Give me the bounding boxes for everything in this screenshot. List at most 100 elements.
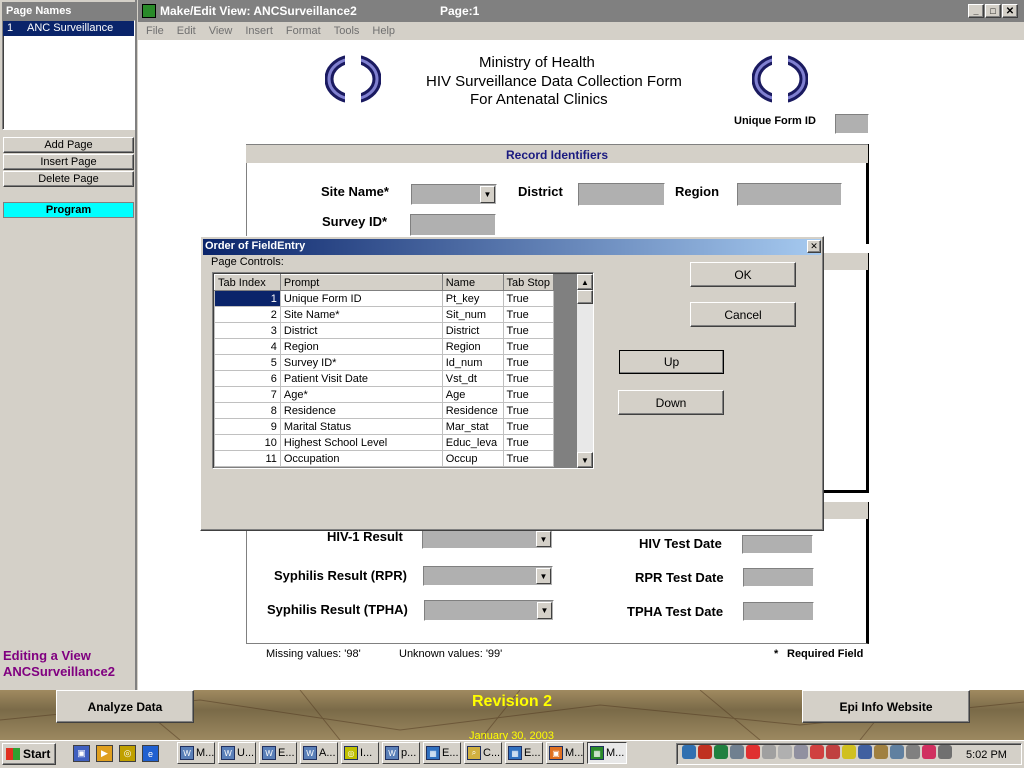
minimize-button[interactable]: _ [968, 4, 984, 18]
cell-name[interactable]: District [441, 322, 504, 339]
menu-tools[interactable]: Tools [334, 25, 360, 37]
syphilis-rpr-combo[interactable]: ▼ [423, 566, 553, 586]
table-row[interactable]: 11 Occupation Occup True [214, 450, 555, 467]
taskbar-task-10[interactable]: ▣ M... [546, 742, 584, 764]
quicklaunch-app-icon[interactable]: ◎ [119, 745, 136, 762]
table-row[interactable]: 3 District District True [214, 322, 555, 339]
close-button[interactable]: ✕ [1002, 4, 1018, 18]
tpha-test-date-field[interactable] [743, 602, 814, 621]
cell-tab-stop[interactable]: True [502, 434, 555, 451]
cell-prompt[interactable]: Site Name* [279, 306, 443, 323]
down-button[interactable]: Down [618, 390, 724, 415]
tray-printer-icon[interactable] [906, 745, 920, 759]
table-row[interactable]: 2 Site Name* Sit_num True [214, 306, 555, 323]
table-row[interactable]: 10 Highest School Level Educ_leva True [214, 434, 555, 451]
cell-prompt[interactable]: Unique Form ID [279, 290, 443, 307]
cell-name[interactable]: Region [441, 338, 504, 355]
tray-keyboard-icon[interactable] [730, 745, 744, 759]
analyze-data-button[interactable]: Analyze Data [56, 690, 194, 723]
column-header-name[interactable]: Name [441, 274, 504, 291]
table-row[interactable]: 6 Patient Visit Date Vst_dt True [214, 370, 555, 387]
ok-button[interactable]: OK [690, 262, 796, 287]
cell-tab-index[interactable]: 3 [214, 322, 281, 339]
cell-prompt[interactable]: Age* [279, 386, 443, 403]
cell-prompt[interactable]: Patient Visit Date [279, 370, 443, 387]
cell-prompt[interactable]: Occupation [279, 450, 443, 467]
scroll-up-icon[interactable]: ▲ [577, 274, 593, 290]
taskbar-task-5[interactable]: ◎ I... [341, 742, 379, 764]
cell-prompt[interactable]: Marital Status [279, 418, 443, 435]
syphilis-tpha-combo[interactable]: ▼ [424, 600, 554, 621]
cell-tab-stop[interactable]: True [502, 306, 555, 323]
column-header-tab-index[interactable]: Tab Index [214, 274, 281, 291]
taskbar-task-2[interactable]: W U... [218, 742, 256, 764]
unique-form-id-field[interactable] [835, 114, 869, 134]
menu-format[interactable]: Format [286, 25, 321, 37]
add-page-button[interactable]: Add Page [3, 137, 134, 153]
tray-display-icon[interactable] [890, 745, 904, 759]
table-row[interactable]: 7 Age* Age True [214, 386, 555, 403]
tray-palette-icon[interactable] [922, 745, 936, 759]
chevron-down-icon[interactable]: ▼ [480, 186, 495, 203]
chevron-down-icon[interactable]: ▼ [537, 602, 552, 619]
taskbar-task-11[interactable]: ▦ M... [587, 742, 627, 764]
menu-edit[interactable]: Edit [177, 25, 196, 37]
tray-monitor-icon[interactable] [858, 745, 872, 759]
cell-name[interactable]: Educ_leva [441, 434, 504, 451]
quicklaunch-media-icon[interactable]: ▶ [96, 745, 113, 762]
delete-page-button[interactable]: Delete Page [3, 171, 134, 187]
tray-app-icon[interactable] [714, 745, 728, 759]
page-names-list[interactable]: 1 ANC Surveillance [2, 20, 135, 130]
taskbar-task-8[interactable]: ⌕ C... [464, 742, 502, 764]
cell-name[interactable]: Pt_key [441, 290, 504, 307]
tray-x-icon[interactable] [826, 745, 840, 759]
cell-tab-index[interactable]: 7 [214, 386, 281, 403]
tray-indicator-icon[interactable] [794, 745, 808, 759]
table-row[interactable]: 8 Residence Residence True [214, 402, 555, 419]
cell-prompt[interactable]: Survey ID* [279, 354, 443, 371]
cell-prompt[interactable]: District [279, 322, 443, 339]
hiv1-result-combo[interactable]: ▼ [422, 529, 553, 549]
taskbar-task-1[interactable]: W M... [177, 742, 215, 764]
cell-tab-index[interactable]: 9 [214, 418, 281, 435]
cell-name[interactable]: Sit_num [441, 306, 504, 323]
menu-view[interactable]: View [209, 25, 233, 37]
column-header-prompt[interactable]: Prompt [279, 274, 443, 291]
cell-tab-index[interactable]: 6 [214, 370, 281, 387]
cell-tab-stop[interactable]: True [502, 386, 555, 403]
chevron-down-icon[interactable]: ▼ [536, 568, 551, 584]
cell-tab-stop[interactable]: True [502, 338, 555, 355]
maximize-button[interactable]: □ [985, 4, 1001, 18]
cell-name[interactable]: Residence [441, 402, 504, 419]
up-button[interactable]: Up [619, 350, 724, 374]
cell-name[interactable]: Age [441, 386, 504, 403]
cell-tab-index[interactable]: 8 [214, 402, 281, 419]
grid-vertical-scrollbar[interactable]: ▲ ▼ [577, 274, 593, 468]
tray-update-icon[interactable] [842, 745, 856, 759]
cell-tab-stop[interactable]: True [502, 450, 555, 467]
tray-security-icon[interactable] [762, 745, 776, 759]
taskbar-task-7[interactable]: ▦ E... [423, 742, 461, 764]
tray-shield-icon[interactable] [746, 745, 760, 759]
region-field[interactable] [737, 183, 842, 206]
program-button[interactable]: Program [3, 202, 134, 218]
cell-tab-stop[interactable]: True [502, 418, 555, 435]
cell-tab-index[interactable]: 5 [214, 354, 281, 371]
rpr-test-date-field[interactable] [743, 568, 814, 587]
tray-sync-icon[interactable] [778, 745, 792, 759]
cell-tab-stop[interactable]: True [502, 402, 555, 419]
district-field[interactable] [578, 183, 665, 206]
site-name-combo[interactable]: ▼ [411, 184, 497, 205]
scroll-thumb[interactable] [577, 290, 593, 304]
dialog-close-icon[interactable]: ✕ [807, 240, 821, 253]
taskbar-task-6[interactable]: Wp... [382, 742, 420, 764]
cell-tab-stop[interactable]: True [502, 354, 555, 371]
tray-network-icon[interactable] [682, 745, 696, 759]
insert-page-button[interactable]: Insert Page [3, 154, 134, 170]
survey-id-field[interactable] [410, 214, 496, 236]
cell-name[interactable]: Id_num [441, 354, 504, 371]
cell-prompt[interactable]: Highest School Level [279, 434, 443, 451]
tray-tool-icon[interactable] [874, 745, 888, 759]
column-header-tab-stop[interactable]: Tab Stop [502, 274, 555, 291]
cell-name[interactable]: Occup [441, 450, 504, 467]
